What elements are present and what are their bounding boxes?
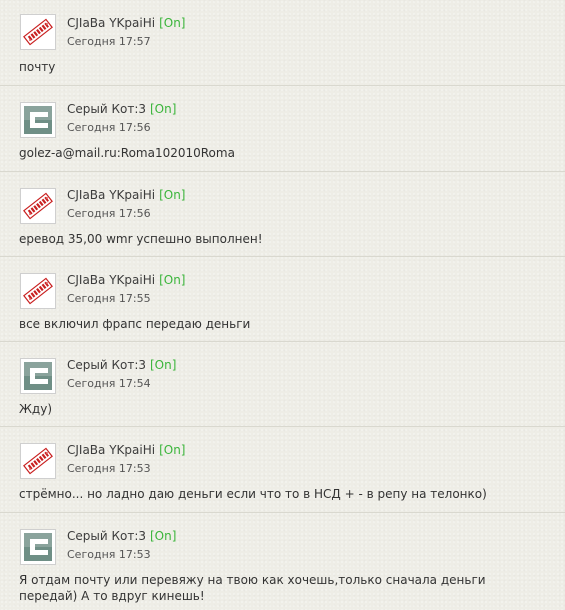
timestamp: Сегодня 17:53: [67, 547, 151, 561]
message-text: все включил фрапс передаю деньги: [19, 316, 251, 331]
author-name[interactable]: CJIaBa YKpaiHi: [67, 16, 155, 30]
message-text: почту: [19, 60, 56, 74]
red-stamp-icon: [21, 273, 55, 308]
avatar[interactable]: [20, 272, 56, 309]
red-stamp-icon: [21, 188, 55, 223]
author-name[interactable]: CJIaBa YKpaiHi: [67, 273, 155, 287]
grey-c-logo-icon: [21, 359, 55, 394]
author-line: Серый Кот:3 [On]: [67, 358, 176, 373]
author-name[interactable]: Серый Кот:3: [67, 102, 146, 116]
red-stamp-icon: [21, 15, 55, 49]
author-name[interactable]: CJIaBa YKpaiHi: [67, 443, 155, 457]
red-stamp-icon: [21, 444, 55, 479]
author-line: CJIaBa YKpaiHi [On]: [67, 188, 186, 203]
message-item: Серый Кот:3 [On] Сегодня 17:54 Жду): [0, 341, 565, 426]
avatar[interactable]: [20, 14, 56, 50]
online-status: [On]: [159, 272, 186, 287]
message-text: стрёмно... но ладно даю деньги если что …: [19, 487, 487, 502]
avatar[interactable]: [20, 358, 56, 395]
author-line: CJIaBa YKpaiHi [On]: [67, 16, 186, 31]
avatar[interactable]: [20, 528, 56, 565]
message-feed: CJIaBa YKpaiHi [On] Сегодня 17:57 почту С…: [0, 0, 565, 603]
online-status: [On]: [150, 102, 177, 117]
timestamp: Сегодня 17:55: [67, 291, 151, 305]
message-text: golez-a@mail.ru:Roma102010Roma: [19, 146, 235, 161]
author-name[interactable]: CJIaBa YKpaiHi: [67, 188, 155, 202]
timestamp: Сегодня 17:56: [67, 121, 151, 135]
author-name[interactable]: Серый Кот:3: [67, 358, 146, 372]
author-line: CJIaBa YKpaiHi [On]: [67, 273, 186, 288]
message-item: CJIaBa YKpaiHi [On] Сегодня 17:55 все вкл…: [0, 255, 565, 341]
author-name[interactable]: Серый Кот:3: [67, 529, 146, 543]
author-line: Серый Кот:3 [On]: [67, 102, 176, 117]
message-item: CJIaBa YKpaiHi [On] Сегодня 17:57 почту: [0, 0, 565, 85]
author-line: CJIaBa YKpaiHi [On]: [67, 443, 186, 458]
grey-c-logo-icon: [21, 103, 55, 138]
timestamp: Сегодня 17:56: [67, 206, 151, 220]
author-line: Серый Кот:3 [On]: [67, 529, 176, 544]
message-text: еревод 35,00 wmr успешно выполнен!: [19, 231, 263, 246]
message-item: Серый Кот:3 [On] Сегодня 17:56 golez-a@ma…: [0, 85, 565, 170]
timestamp: Сегодня 17:53: [67, 462, 151, 476]
online-status: [On]: [159, 16, 186, 30]
message-item: Серый Кот:3 [On] Сегодня 17:53 Я отдам по…: [0, 511, 565, 603]
timestamp: Сегодня 17:57: [67, 35, 151, 48]
avatar[interactable]: [20, 187, 56, 224]
grey-c-logo-icon: [21, 529, 55, 564]
message-item: CJIaBa YKpaiHi [On] Сегодня 17:53 стрёмно…: [0, 426, 565, 511]
timestamp: Сегодня 17:54: [67, 377, 151, 391]
message-text: Я отдам почту или перевяжу на твою как х…: [19, 572, 486, 604]
online-status: [On]: [159, 187, 186, 202]
avatar[interactable]: [20, 102, 56, 139]
online-status: [On]: [150, 358, 177, 373]
message-item: CJIaBa YKpaiHi [On] Сегодня 17:56 еревод …: [0, 170, 565, 256]
online-status: [On]: [150, 528, 177, 543]
online-status: [On]: [159, 443, 186, 458]
message-text: Жду): [19, 402, 53, 417]
avatar[interactable]: [20, 443, 56, 480]
